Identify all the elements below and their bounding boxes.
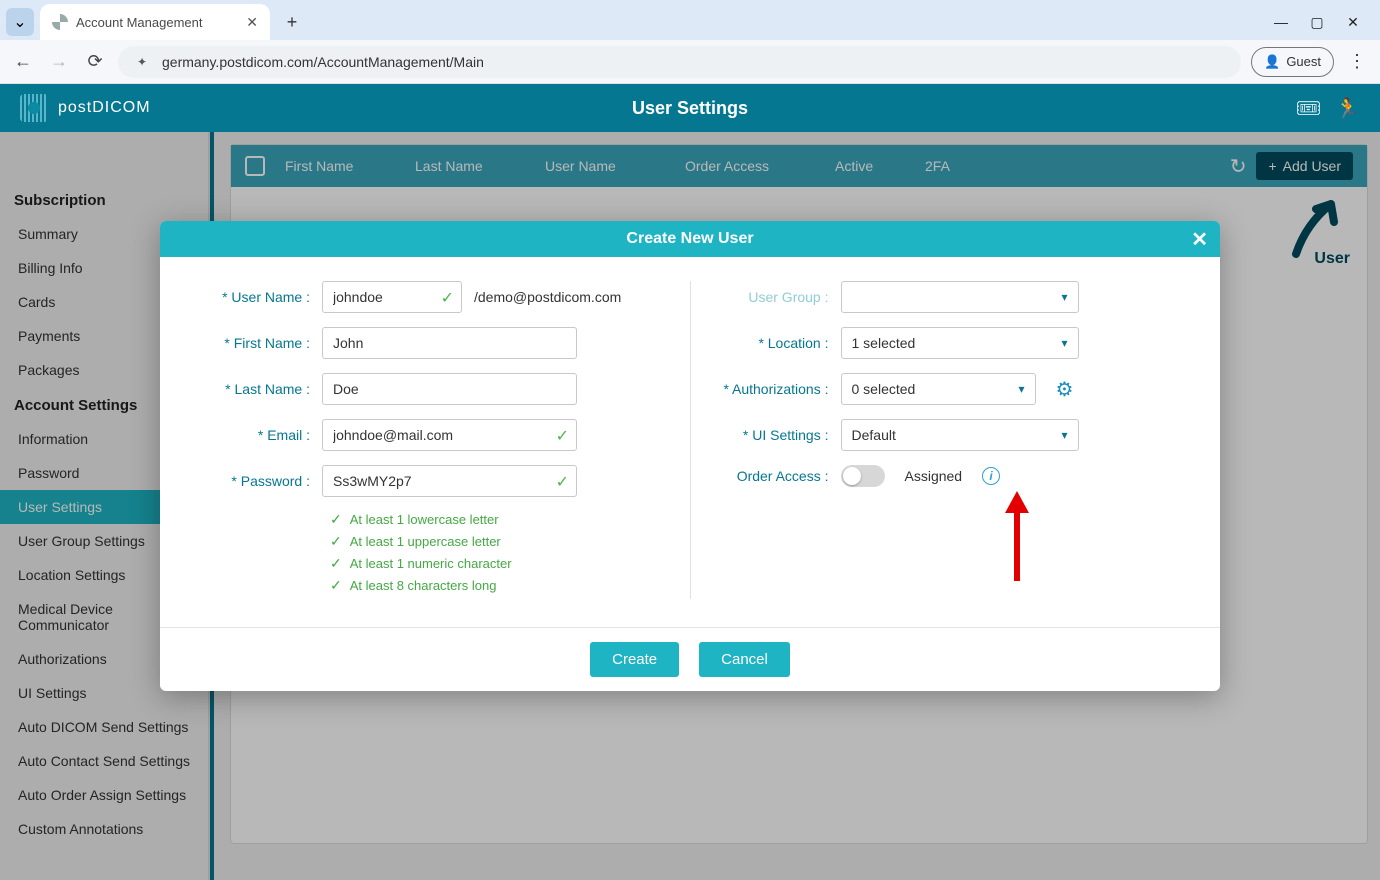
check-icon: ✓: [330, 533, 342, 550]
label-username: * User Name :: [200, 289, 310, 305]
modal-right-column: User Group : ▾ * Location : 1 selected ▾…: [691, 281, 1209, 599]
password-input[interactable]: [322, 465, 577, 497]
uisettings-select[interactable]: Default ▾: [841, 419, 1079, 451]
label-email: * Email :: [200, 427, 310, 443]
window-controls: — ▢ ✕: [1274, 14, 1374, 31]
tab-row: ⌄ Account Management ✕ + — ▢ ✕: [0, 0, 1380, 40]
gear-icon[interactable]: ⚙: [1056, 377, 1074, 402]
label-orderaccess: Order Access :: [719, 468, 829, 484]
modal-left-column: * User Name : ✓ /demo@postdicom.com * Fi…: [172, 281, 691, 599]
chevron-down-icon: ▾: [1061, 428, 1067, 442]
password-rule: ✓At least 1 uppercase letter: [330, 533, 662, 550]
brand-text: postDICOM: [58, 99, 151, 117]
chevron-down-icon: ▾: [1061, 290, 1067, 304]
maximize-icon[interactable]: ▢: [1310, 14, 1324, 31]
favicon-icon: [52, 14, 68, 30]
orderaccess-value: Assigned: [905, 468, 963, 484]
chevron-down-icon: ⌄: [13, 12, 26, 32]
menu-icon[interactable]: ⋮: [1344, 51, 1370, 72]
modal-title: Create New User: [626, 230, 753, 248]
url-bar[interactable]: ✦ germany.postdicom.com/AccountManagemen…: [118, 46, 1241, 78]
label-location: * Location :: [719, 335, 829, 351]
profile-label: Guest: [1286, 54, 1321, 69]
password-rule: ✓At least 8 characters long: [330, 577, 662, 594]
password-rule: ✓At least 1 lowercase letter: [330, 511, 662, 528]
close-window-icon[interactable]: ✕: [1346, 14, 1360, 31]
cancel-button[interactable]: Cancel: [699, 642, 790, 677]
location-value: 1 selected: [852, 335, 916, 351]
check-icon: ✓: [556, 426, 569, 446]
minimize-icon[interactable]: —: [1274, 14, 1288, 31]
close-icon[interactable]: ✕: [246, 14, 258, 31]
exit-icon[interactable]: 🏃: [1335, 96, 1360, 121]
uisettings-value: Default: [852, 427, 896, 443]
new-tab-button[interactable]: +: [278, 8, 306, 36]
label-authorizations: * Authorizations :: [719, 381, 829, 397]
forward-icon[interactable]: →: [46, 51, 72, 72]
info-icon[interactable]: i: [982, 467, 1000, 485]
back-icon[interactable]: ←: [10, 51, 36, 72]
chevron-down-icon: ▾: [1061, 336, 1067, 350]
modal-footer: Create Cancel: [160, 627, 1220, 691]
location-select[interactable]: 1 selected ▾: [841, 327, 1079, 359]
close-icon[interactable]: ✕: [1191, 227, 1208, 252]
tab-search-button[interactable]: ⌄: [6, 8, 34, 36]
modal-header: Create New User ✕: [160, 221, 1220, 257]
label-usergroup: User Group :: [719, 289, 829, 305]
brand-logo[interactable]: postDICOM: [20, 94, 151, 122]
authorizations-value: 0 selected: [852, 381, 916, 397]
username-suffix: /demo@postdicom.com: [474, 289, 621, 305]
browser-tab[interactable]: Account Management ✕: [40, 4, 270, 40]
label-firstname: * First Name :: [200, 335, 310, 351]
check-icon: ✓: [556, 472, 569, 492]
ticket-icon[interactable]: 🎟: [1296, 96, 1321, 121]
profile-button[interactable]: 👤 Guest: [1251, 47, 1334, 77]
check-icon: ✓: [330, 511, 342, 528]
annotation-arrow-icon: [1003, 491, 1031, 586]
password-rule: ✓At least 1 numeric character: [330, 555, 662, 572]
chevron-down-icon: ▾: [1018, 382, 1024, 396]
label-lastname: * Last Name :: [200, 381, 310, 397]
address-row: ← → ⟳ ✦ germany.postdicom.com/AccountMan…: [0, 40, 1380, 84]
logo-icon: [20, 94, 48, 122]
label-password: * Password :: [200, 473, 310, 489]
app-header: postDICOM User Settings 🎟 🏃: [0, 84, 1380, 132]
check-icon: ✓: [330, 577, 342, 594]
check-icon: ✓: [330, 555, 342, 572]
url-text: germany.postdicom.com/AccountManagement/…: [162, 54, 484, 70]
check-icon: ✓: [441, 288, 454, 308]
authorizations-select[interactable]: 0 selected ▾: [841, 373, 1036, 405]
browser-chrome: ⌄ Account Management ✕ + — ▢ ✕ ← → ⟳ ✦ g…: [0, 0, 1380, 84]
lastname-input[interactable]: [322, 373, 577, 405]
firstname-input[interactable]: [322, 327, 577, 359]
reload-icon[interactable]: ⟳: [82, 51, 108, 72]
create-user-modal: Create New User ✕ * User Name : ✓ /demo@…: [160, 221, 1220, 691]
orderaccess-toggle[interactable]: [841, 465, 885, 487]
create-button[interactable]: Create: [590, 642, 679, 677]
tab-title: Account Management: [76, 15, 202, 30]
site-info-icon[interactable]: ✦: [132, 52, 152, 72]
user-icon: 👤: [1264, 54, 1280, 70]
page-title: User Settings: [632, 98, 748, 119]
usergroup-select[interactable]: ▾: [841, 281, 1079, 313]
password-rules: ✓At least 1 lowercase letter ✓At least 1 …: [330, 511, 662, 594]
email-input[interactable]: [322, 419, 577, 451]
label-uisettings: * UI Settings :: [719, 427, 829, 443]
